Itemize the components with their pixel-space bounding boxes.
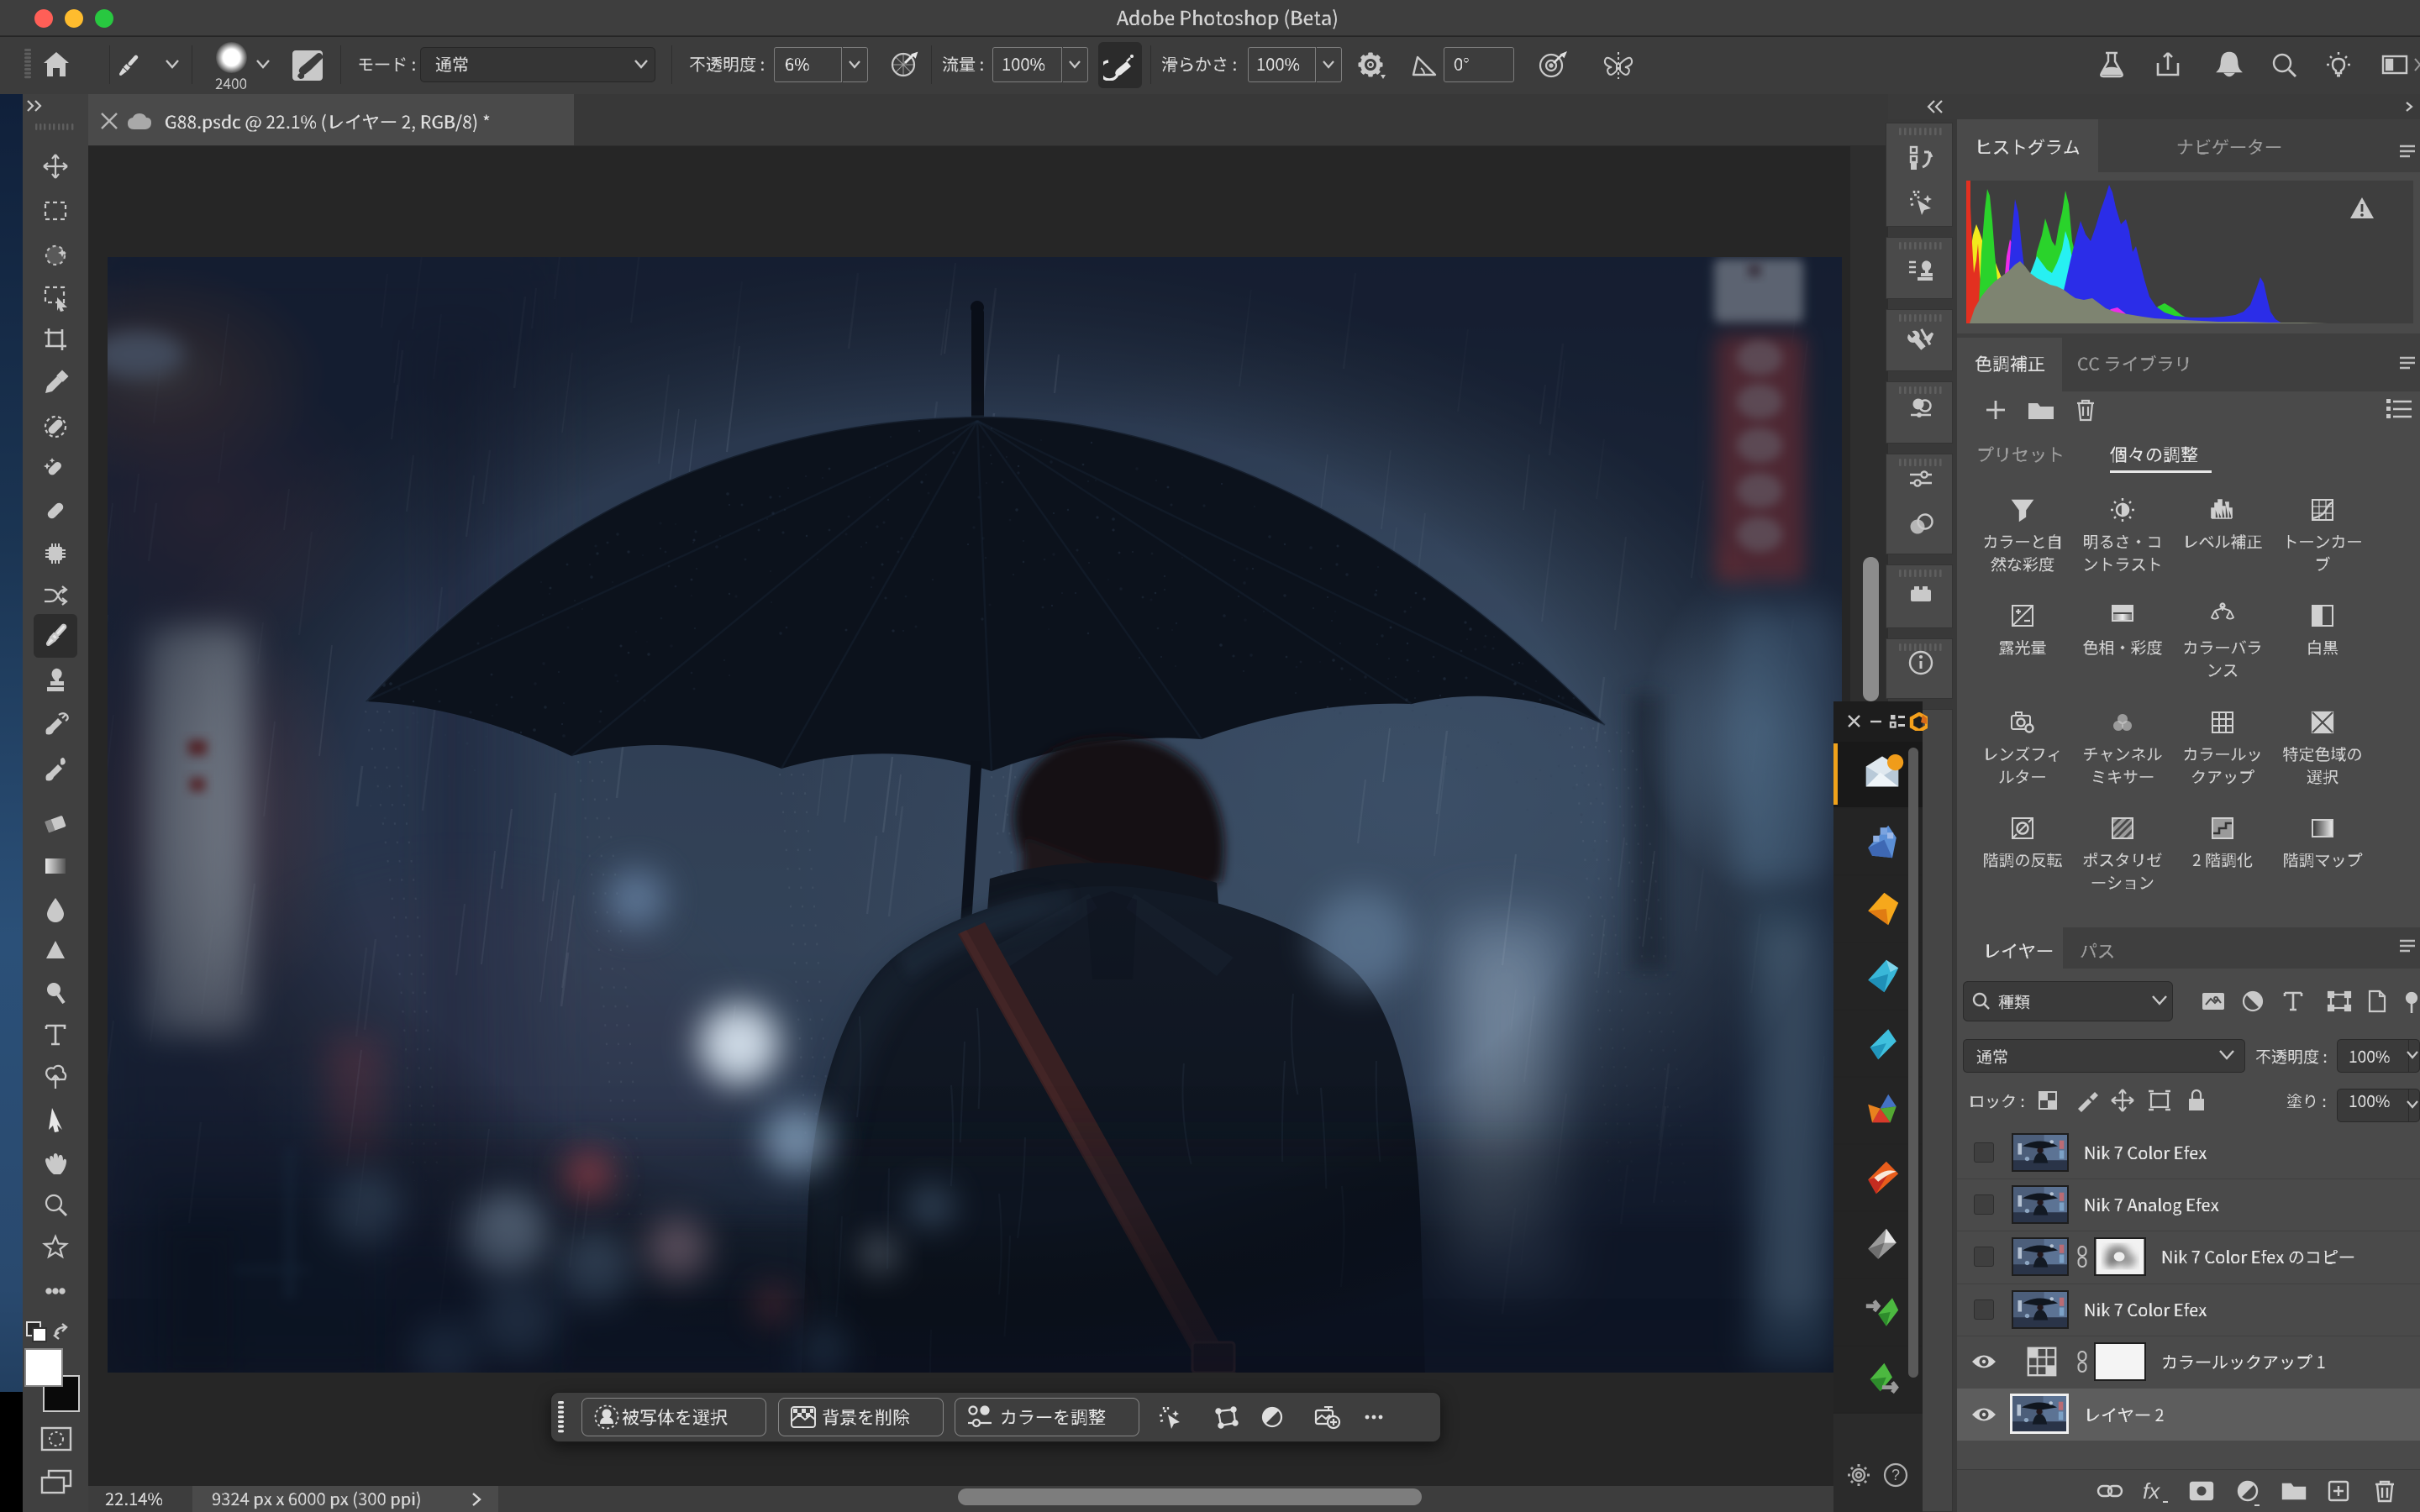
svg-text:?: ?	[1891, 1467, 1900, 1483]
svg-text:fx: fx	[2143, 1480, 2160, 1504]
